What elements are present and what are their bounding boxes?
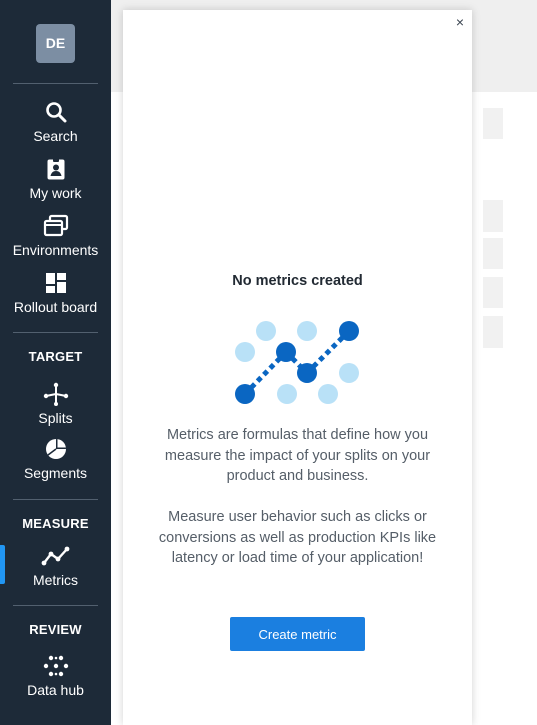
sidebar-item-segments[interactable]: Segments bbox=[0, 437, 111, 481]
sidebar-item-label: My work bbox=[29, 185, 82, 201]
background-row bbox=[483, 238, 503, 269]
sidebar-item-label: Rollout board bbox=[13, 299, 98, 315]
badge-icon bbox=[0, 157, 111, 181]
sidebar-item-metrics[interactable]: Metrics bbox=[0, 544, 111, 588]
grid-icon bbox=[0, 271, 111, 295]
background-row bbox=[483, 108, 503, 139]
sidebar-divider bbox=[13, 83, 98, 84]
split-icon bbox=[0, 382, 111, 406]
windows-icon bbox=[0, 214, 111, 238]
sidebar-item-rollout-board[interactable]: Rollout board bbox=[0, 271, 111, 315]
pie-icon bbox=[0, 437, 111, 461]
background-row bbox=[483, 277, 503, 308]
sidebar-item-search[interactable]: Search bbox=[0, 100, 111, 144]
sidebar-item-data-hub[interactable]: Data hub bbox=[0, 654, 111, 698]
dots-icon bbox=[0, 654, 111, 678]
sidebar-divider bbox=[13, 332, 98, 333]
empty-state-title: No metrics created bbox=[232, 273, 363, 289]
sidebar-item-label: Environments bbox=[12, 242, 99, 258]
sidebar-item-label: Search bbox=[33, 128, 78, 144]
section-heading-measure: MEASURE bbox=[22, 516, 89, 531]
line-chart-icon bbox=[0, 544, 111, 568]
sidebar-item-label: Segments bbox=[23, 465, 88, 481]
empty-state-description: Metrics are formulas that define how you… bbox=[164, 427, 431, 484]
empty-metrics-panel: × No metrics created Metrics are formula… bbox=[123, 10, 472, 725]
search-icon bbox=[0, 100, 111, 124]
background-row bbox=[483, 200, 503, 232]
dots-chart-illustration bbox=[235, 321, 359, 404]
user-avatar[interactable]: DE bbox=[36, 24, 75, 63]
close-icon[interactable]: × bbox=[452, 14, 468, 30]
background-row bbox=[483, 316, 503, 348]
metrics-illustration bbox=[231, 316, 367, 421]
empty-state-description-secondary: Measure user behavior such as clicks or … bbox=[158, 509, 437, 566]
sidebar-item-my-work[interactable]: My work bbox=[0, 157, 111, 201]
sidebar-divider bbox=[13, 605, 98, 606]
create-metric-button[interactable]: Create metric bbox=[230, 617, 365, 651]
sidebar: DE Search My work Environments Rollout b… bbox=[0, 0, 111, 725]
sidebar-item-label: Splits bbox=[38, 410, 73, 426]
sidebar-divider bbox=[13, 499, 98, 500]
section-heading-target: TARGET bbox=[28, 349, 83, 364]
sidebar-item-environments[interactable]: Environments bbox=[0, 214, 111, 258]
sidebar-item-label: Metrics bbox=[32, 572, 79, 588]
sidebar-item-splits[interactable]: Splits bbox=[0, 382, 111, 426]
sidebar-item-label: Data hub bbox=[27, 682, 84, 698]
section-heading-review: REVIEW bbox=[29, 622, 82, 637]
